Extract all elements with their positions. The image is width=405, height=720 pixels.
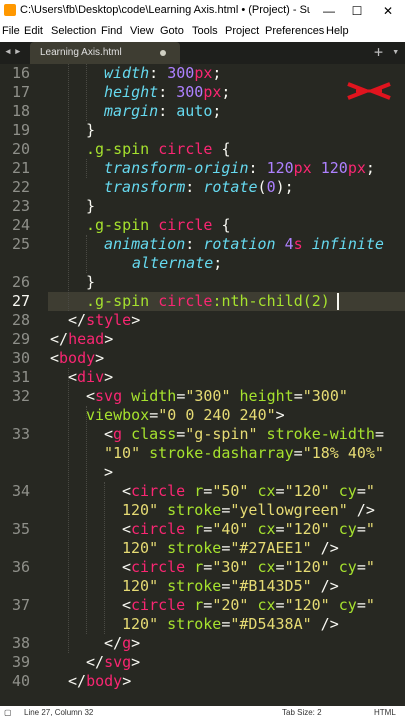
code-line-30: <body> bbox=[50, 349, 105, 367]
line-number: 19 bbox=[11, 121, 30, 139]
new-tab-plus-icon[interactable]: + bbox=[374, 43, 383, 61]
line-number: 18 bbox=[11, 102, 30, 120]
sublime-app-icon bbox=[4, 4, 16, 16]
code-line-36-wrap: 120" stroke="#B143D5" /> bbox=[122, 577, 339, 595]
code-line-16: width: 300px; bbox=[104, 64, 222, 82]
indent-guide bbox=[86, 406, 87, 634]
minimize-button[interactable]: — bbox=[314, 0, 344, 22]
line-number: 23 bbox=[11, 197, 30, 215]
indent-guide bbox=[68, 64, 69, 311]
code-line-23: } bbox=[86, 197, 96, 215]
line-number: 16 bbox=[11, 64, 30, 82]
menu-project[interactable]: Project bbox=[225, 25, 259, 37]
menu-view[interactable]: View bbox=[130, 25, 154, 37]
code-line-24: .g-spin circle { bbox=[86, 216, 231, 234]
line-number: 32 bbox=[11, 387, 30, 405]
close-button[interactable]: ✕ bbox=[373, 0, 403, 22]
tab-nav-arrows-icon[interactable]: ◂▸ bbox=[4, 44, 24, 59]
text-caret bbox=[337, 293, 339, 310]
menu-selection[interactable]: Selection bbox=[51, 25, 96, 37]
code-line-39: </svg> bbox=[86, 653, 141, 671]
line-number: 39 bbox=[11, 653, 30, 671]
code-line-28: </style> bbox=[68, 311, 141, 329]
code-line-25: animation: rotation 4s infinite bbox=[104, 235, 384, 253]
line-number: 25 bbox=[11, 235, 30, 253]
code-line-26: } bbox=[86, 273, 96, 291]
line-number-gutter: 16 17 18 19 20 21 22 23 24 25 26 27 28 2… bbox=[0, 64, 40, 706]
menu-file[interactable]: File bbox=[2, 25, 20, 37]
syntax-selector[interactable]: HTML bbox=[374, 708, 396, 717]
line-number-current: 27 bbox=[11, 292, 30, 310]
code-line-35: <circle r="40" cx="120" cy=" bbox=[122, 520, 375, 538]
learning-axis-logo-icon bbox=[347, 82, 391, 100]
menu-edit[interactable]: Edit bbox=[24, 25, 43, 37]
code-line-35-wrap: 120" stroke="#27AEE1" /> bbox=[122, 539, 339, 557]
line-number: 30 bbox=[11, 349, 30, 367]
status-bar: ▢ Line 27, Column 32 Tab Size: 2 HTML bbox=[0, 706, 405, 720]
status-panel-icon[interactable]: ▢ bbox=[4, 708, 12, 717]
line-number: 34 bbox=[11, 482, 30, 500]
line-number: 40 bbox=[11, 672, 30, 690]
line-number: 35 bbox=[11, 520, 30, 538]
code-line-27: .g-spin circle:nth-child(2) bbox=[86, 292, 330, 310]
code-line-25-wrap: alternate; bbox=[132, 254, 223, 272]
line-number: 36 bbox=[11, 558, 30, 576]
indent-guide bbox=[104, 482, 105, 634]
code-line-21: transform-origin: 120px 120px; bbox=[104, 159, 375, 177]
code-line-22: transform: rotate(0); bbox=[104, 178, 294, 196]
code-line-34: <circle r="50" cx="120" cy=" bbox=[122, 482, 375, 500]
code-line-33-wrap2: > bbox=[104, 463, 114, 481]
code-line-32: <svg width="300" height="300" bbox=[86, 387, 348, 405]
line-number: 38 bbox=[11, 634, 30, 652]
line-number: 17 bbox=[11, 83, 30, 101]
menu-bar: File Edit Selection Find View Goto Tools… bbox=[0, 22, 405, 42]
line-number: 21 bbox=[11, 159, 30, 177]
code-line-37: <circle r="20" cx="120" cy=" bbox=[122, 596, 375, 614]
indent-guide bbox=[86, 235, 87, 273]
code-line-33: <g class="g-spin" stroke-width= bbox=[104, 425, 384, 443]
line-number: 26 bbox=[11, 273, 30, 291]
tab-size-selector[interactable]: Tab Size: 2 bbox=[282, 708, 322, 717]
code-editor[interactable]: width: 300px; height: 300px; margin: aut… bbox=[48, 64, 405, 706]
code-line-34-wrap: 120" stroke="yellowgreen" /> bbox=[122, 501, 375, 519]
line-number: 20 bbox=[11, 140, 30, 158]
code-line-17: height: 300px; bbox=[104, 83, 231, 101]
menu-find[interactable]: Find bbox=[101, 25, 122, 37]
cursor-position: Line 27, Column 32 bbox=[24, 708, 94, 717]
line-number: 31 bbox=[11, 368, 30, 386]
code-line-33-wrap: "10" stroke-dasharray="18% 40%" bbox=[104, 444, 384, 462]
menu-tools[interactable]: Tools bbox=[192, 25, 218, 37]
code-line-38: </g> bbox=[104, 634, 141, 652]
code-line-40: </body> bbox=[68, 672, 132, 690]
code-line-20: .g-spin circle { bbox=[86, 140, 231, 158]
line-number: 37 bbox=[11, 596, 30, 614]
menu-help[interactable]: Help bbox=[326, 25, 349, 37]
line-number: 29 bbox=[11, 330, 30, 348]
line-number: 33 bbox=[11, 425, 30, 443]
code-line-29: </head> bbox=[50, 330, 114, 348]
code-line-19: } bbox=[86, 121, 96, 139]
tab-bar: ◂▸ Learning Axis.html + ▾ bbox=[0, 42, 405, 64]
indent-guide bbox=[86, 64, 87, 121]
code-line-37-wrap: 120" stroke="#D5438A" /> bbox=[122, 615, 339, 633]
code-line-32-wrap: viewbox="0 0 240 240"> bbox=[86, 406, 285, 424]
menu-goto[interactable]: Goto bbox=[160, 25, 184, 37]
code-line-18: margin: auto; bbox=[104, 102, 222, 120]
indent-guide bbox=[68, 368, 69, 653]
line-number: 24 bbox=[11, 216, 30, 234]
unsaved-dot-icon[interactable] bbox=[160, 50, 166, 56]
indent-guide bbox=[86, 159, 87, 178]
window-title: C:\Users\fb\Desktop\code\Learning Axis.h… bbox=[20, 4, 310, 16]
maximize-button[interactable]: ☐ bbox=[342, 0, 372, 22]
code-line-36: <circle r="30" cx="120" cy=" bbox=[122, 558, 375, 576]
code-line-31: <div> bbox=[68, 368, 114, 386]
tab-learning-axis[interactable]: Learning Axis.html bbox=[30, 42, 180, 64]
line-number: 28 bbox=[11, 311, 30, 329]
tab-label: Learning Axis.html bbox=[40, 47, 122, 58]
tab-dropdown-icon[interactable]: ▾ bbox=[392, 45, 399, 58]
menu-preferences[interactable]: Preferences bbox=[265, 25, 324, 37]
title-bar: C:\Users\fb\Desktop\code\Learning Axis.h… bbox=[0, 0, 405, 22]
line-number: 22 bbox=[11, 178, 30, 196]
